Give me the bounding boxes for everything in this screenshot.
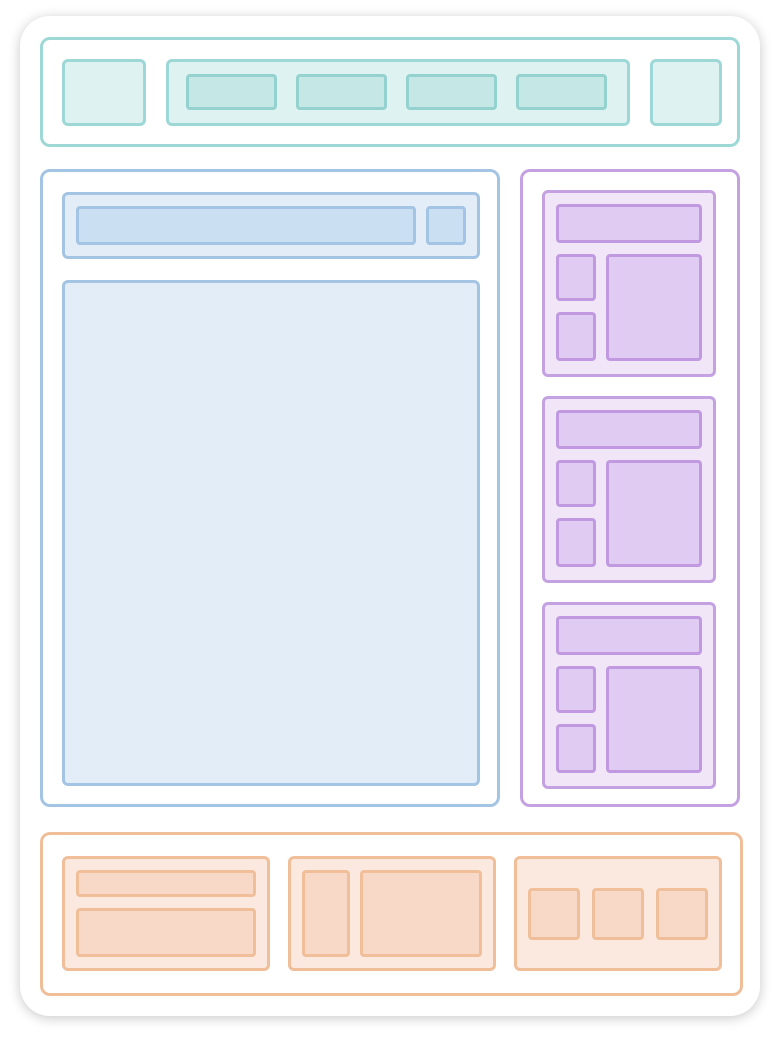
footer-group-1-bar (76, 870, 256, 897)
sidebar-card-3-small-2 (556, 724, 596, 773)
header-nav-item-4 (516, 74, 607, 110)
footer-group-3-item-2 (592, 888, 644, 940)
sidebar-card-1-header (556, 204, 702, 243)
footer-group-2-narrow (302, 870, 350, 957)
header-nav-item-1 (186, 74, 277, 110)
main-toolbar-action (426, 206, 466, 245)
header-nav-item-3 (406, 74, 497, 110)
main-content-area (62, 280, 480, 786)
sidebar-card-3-header (556, 616, 702, 655)
sidebar-card-1-body (606, 254, 702, 361)
footer-group-1-block (76, 908, 256, 957)
sidebar-card-2-small-1 (556, 460, 596, 507)
footer-group-3-item-1 (528, 888, 580, 940)
header-right-block (650, 59, 722, 126)
header-left-block (62, 59, 146, 126)
header-nav-item-2 (296, 74, 387, 110)
sidebar-card-1-small-1 (556, 254, 596, 301)
sidebar-card-2-header (556, 410, 702, 449)
sidebar-card-3-body (606, 666, 702, 773)
footer-group-2-wide (360, 870, 482, 957)
sidebar-card-2-small-2 (556, 518, 596, 567)
sidebar-card-3-small-1 (556, 666, 596, 713)
sidebar-card-2-body (606, 460, 702, 567)
sidebar-card-1-small-2 (556, 312, 596, 361)
main-toolbar-field (76, 206, 416, 245)
footer-group-3-item-3 (656, 888, 708, 940)
